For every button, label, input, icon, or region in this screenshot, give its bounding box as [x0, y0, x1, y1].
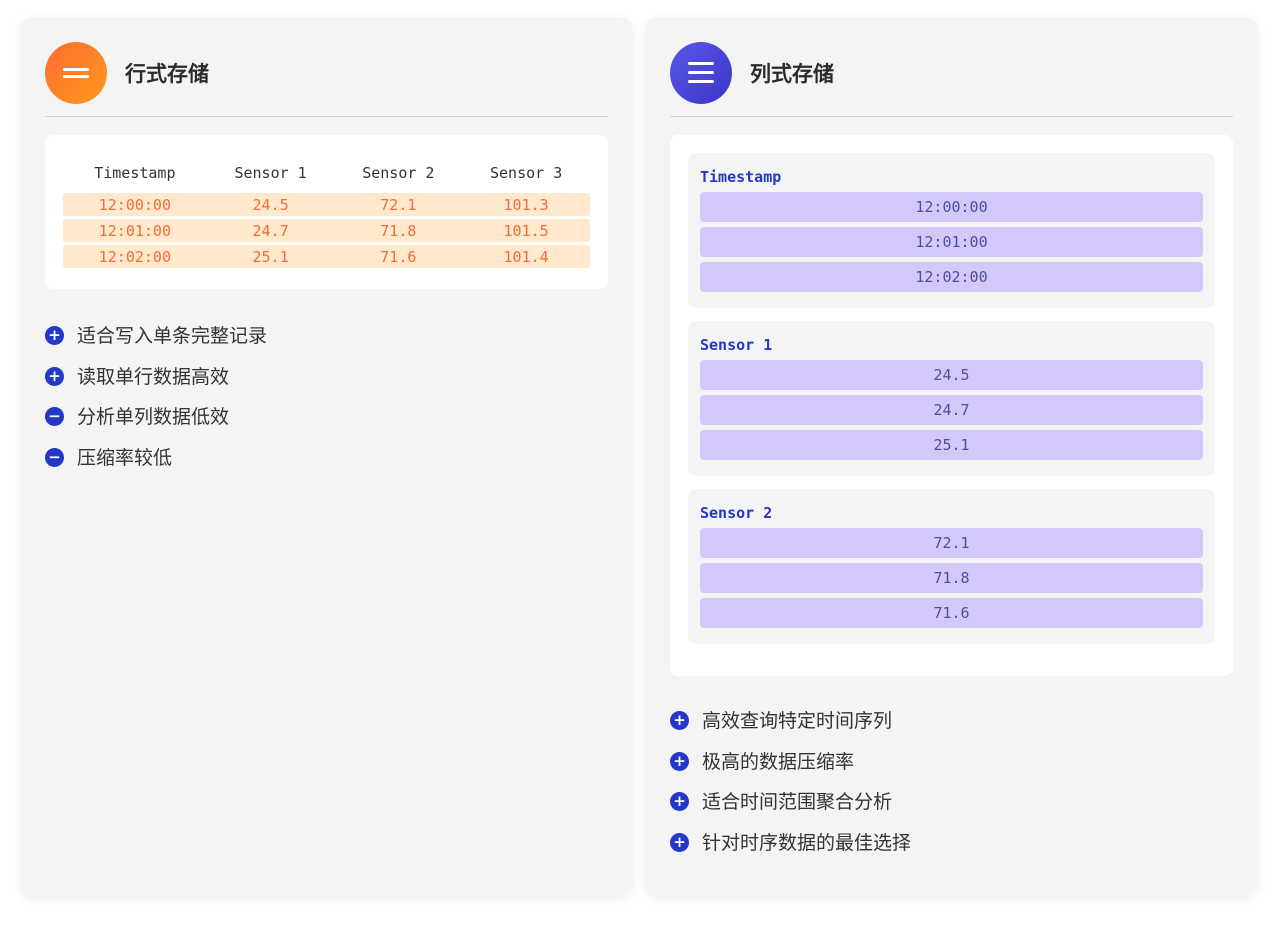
column-feature-list: + 高效查询特定时间序列 + 极高的数据压缩率 + 适合时间范围聚合分析 + 针… — [670, 710, 1233, 872]
column-storage-panel: 列式存储 Timestamp 12:00:00 12:01:00 12:02:0… — [646, 17, 1257, 895]
table-cell: 71.6 — [334, 245, 463, 268]
table-cell: 71.8 — [334, 219, 463, 242]
column-group: Sensor 2 72.1 71.8 71.6 — [688, 489, 1215, 644]
table-cell: 101.4 — [462, 245, 590, 268]
table-row: 12:00:00 24.5 72.1 101.3 — [63, 193, 590, 216]
table-cell: 101.5 — [462, 219, 590, 242]
row-storage-title: 行式存储 — [125, 61, 209, 86]
feature-item: + 高效查询特定时间序列 — [670, 710, 1233, 751]
row-table-card: Timestamp Sensor 1 Sensor 2 Sensor 3 12:… — [45, 135, 608, 289]
feature-item: + 适合写入单条完整记录 — [45, 325, 608, 366]
minus-icon: − — [45, 407, 64, 426]
column-cell: 71.6 — [700, 598, 1203, 628]
table-row: 12:01:00 24.7 71.8 101.5 — [63, 219, 590, 242]
column-cell: 24.5 — [700, 360, 1203, 390]
minus-icon: − — [45, 447, 64, 467]
feature-text: 适合写入单条完整记录 — [77, 325, 268, 347]
column-storage-title: 列式存储 — [750, 61, 834, 86]
table-header-row: Timestamp Sensor 1 Sensor 2 Sensor 3 — [63, 160, 590, 190]
column-group: Sensor 1 24.5 24.7 25.1 — [688, 321, 1215, 476]
column-name: Sensor 2 — [700, 504, 773, 522]
feature-item: − 分析单列数据低效 — [45, 406, 608, 447]
column-cell: 25.1 — [700, 430, 1203, 460]
column-cell: 71.8 — [700, 563, 1203, 593]
plus-icon: + — [670, 711, 689, 730]
plus-icon: + — [45, 366, 64, 386]
plus-icon: + — [670, 832, 689, 852]
feature-text: 压缩率较低 — [77, 446, 173, 469]
feature-text: 高效查询特定时间序列 — [702, 710, 893, 732]
plus-icon: + — [45, 326, 64, 345]
equals-icon — [45, 41, 107, 104]
feature-text: 极高的数据压缩率 — [702, 750, 855, 773]
column-cell: 24.7 — [700, 395, 1203, 425]
column-cell: 12:01:00 — [700, 227, 1203, 257]
column-name: Timestamp — [700, 168, 782, 186]
feature-text: 读取单行数据高效 — [77, 365, 230, 388]
table-cell: 72.1 — [334, 193, 463, 216]
table-header-cell: Timestamp — [94, 164, 176, 182]
table-cell: 25.1 — [206, 245, 335, 268]
row-feature-list: + 适合写入单条完整记录 + 读取单行数据高效 − 分析单列数据低效 − 压缩率… — [45, 325, 608, 487]
table-cell: 24.5 — [206, 193, 335, 216]
feature-item: + 读取单行数据高效 — [45, 366, 608, 407]
column-name: Sensor 1 — [700, 336, 773, 354]
menu-icon — [670, 41, 732, 104]
feature-text: 适合时间范围聚合分析 — [702, 791, 893, 813]
feature-item: − 压缩率较低 — [45, 447, 608, 488]
table-cell: 12:01:00 — [63, 219, 207, 242]
column-groups-card: Timestamp 12:00:00 12:01:00 12:02:00 Sen… — [670, 135, 1233, 676]
feature-item: + 适合时间范围聚合分析 — [670, 791, 1233, 832]
feature-text: 分析单列数据低效 — [77, 406, 230, 428]
table-header-cell: Sensor 2 — [362, 164, 435, 182]
table-row: 12:02:00 25.1 71.6 101.4 — [63, 245, 590, 268]
table-cell: 12:00:00 — [63, 193, 207, 216]
row-storage-header: 行式存储 — [45, 41, 608, 117]
feature-item: + 针对时序数据的最佳选择 — [670, 832, 1233, 873]
table-cell: 24.7 — [206, 219, 335, 242]
feature-text: 针对时序数据的最佳选择 — [702, 831, 912, 854]
table-header-cell: Sensor 1 — [234, 164, 307, 182]
row-data-table: Timestamp Sensor 1 Sensor 2 Sensor 3 12:… — [63, 157, 590, 271]
column-cell: 12:02:00 — [700, 262, 1203, 292]
table-cell: 12:02:00 — [63, 245, 207, 268]
feature-item: + 极高的数据压缩率 — [670, 751, 1233, 792]
table-cell: 101.3 — [462, 193, 590, 216]
column-cell: 12:00:00 — [700, 192, 1203, 222]
plus-icon: + — [670, 751, 689, 771]
column-cell: 72.1 — [700, 528, 1203, 558]
table-header-cell: Sensor 3 — [489, 164, 563, 182]
plus-icon: + — [670, 792, 689, 811]
column-storage-header: 列式存储 — [670, 41, 1233, 117]
column-group: Timestamp 12:00:00 12:01:00 12:02:00 — [688, 153, 1215, 308]
row-storage-panel: 行式存储 Timestamp Sensor 1 Sensor 2 Sensor … — [21, 17, 632, 895]
